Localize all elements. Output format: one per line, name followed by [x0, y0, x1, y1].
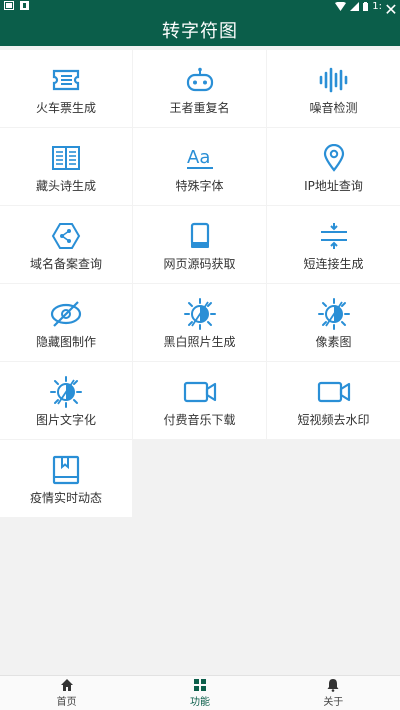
nav-home[interactable]: 首页 — [22, 676, 112, 710]
svg-text:Aa: Aa — [187, 147, 210, 168]
share-network-icon — [49, 222, 83, 250]
tool-pixel-art[interactable]: 像素图 — [267, 284, 400, 361]
screenshot-icon — [4, 1, 14, 10]
nav-home-label: 首页 — [56, 697, 77, 708]
tool-label: 像素图 — [315, 335, 352, 349]
brightness-icon — [183, 298, 217, 330]
nav-features-label: 功能 — [189, 697, 210, 708]
grid-empty-cell — [133, 440, 266, 517]
bell-icon — [326, 678, 340, 692]
brightness-icon — [317, 298, 351, 330]
bottom-nav: 首页 功能 关于 — [0, 675, 400, 710]
tool-label: 黑白照片生成 — [163, 335, 236, 349]
grid-icon — [193, 678, 207, 692]
tools-grid: 火车票生成 王者重复名 噪音检测 藏头诗生成 Aa 特殊字体 IP地址查询 域名… — [0, 50, 400, 517]
audio-wave-icon — [317, 66, 351, 94]
tool-special-font[interactable]: Aa 特殊字体 — [133, 128, 266, 205]
video-camera-icon — [317, 378, 351, 406]
tool-label: 图片文字化 — [35, 413, 96, 427]
ticket-icon — [49, 66, 83, 94]
status-bar: 1: ✕ — [0, 0, 400, 19]
wifi-icon — [335, 2, 347, 11]
tool-label: 短视频去水印 — [297, 413, 370, 427]
battery-icon — [363, 2, 369, 11]
brightness-icon — [49, 376, 83, 408]
tool-ip-lookup[interactable]: IP地址查询 — [267, 128, 400, 205]
tool-image-to-text[interactable]: 图片文字化 — [0, 362, 132, 439]
tool-label: 短连接生成 — [303, 257, 364, 271]
tool-label: 付费音乐下载 — [163, 413, 236, 427]
page-title: 转字符图 — [162, 21, 238, 42]
font-aa-icon: Aa — [183, 144, 217, 172]
hidden-eye-icon — [49, 300, 83, 328]
tool-kings-duplicate-name[interactable]: 王者重复名 — [133, 50, 266, 127]
tool-label: 王者重复名 — [169, 101, 230, 115]
tool-label: 域名备案查询 — [29, 257, 102, 271]
tool-bw-photo[interactable]: 黑白照片生成 — [133, 284, 266, 361]
video-camera-icon — [183, 378, 217, 406]
book-icon — [49, 144, 83, 172]
tool-acrostic-poem[interactable]: 藏头诗生成 — [0, 128, 132, 205]
tool-noise-detection[interactable]: 噪音检测 — [267, 50, 400, 127]
tool-epidemic-updates[interactable]: 疫情实时动态 — [0, 440, 132, 517]
tool-domain-record[interactable]: 域名备案查询 — [0, 206, 132, 283]
tool-webpage-source[interactable]: 网页源码获取 — [133, 206, 266, 283]
grid-empty-cell — [267, 440, 400, 517]
tool-short-link[interactable]: 短连接生成 — [267, 206, 400, 283]
status-time: 1: — [372, 1, 382, 12]
tool-paid-music-download[interactable]: 付费音乐下载 — [133, 362, 266, 439]
notification-icon — [20, 1, 29, 10]
tool-label: 隐藏图制作 — [35, 335, 96, 349]
tool-train-ticket[interactable]: 火车票生成 — [0, 50, 132, 127]
nav-about[interactable]: 关于 — [288, 676, 378, 710]
tool-label: 藏头诗生成 — [35, 179, 96, 193]
nav-about-label: 关于 — [323, 697, 344, 708]
location-pin-icon — [317, 144, 351, 172]
tool-hidden-image[interactable]: 隐藏图制作 — [0, 284, 132, 361]
tool-label: 网页源码获取 — [163, 257, 236, 271]
compress-icon — [317, 222, 351, 250]
app-bar: 转字符图 — [0, 14, 400, 46]
status-left — [4, 1, 29, 10]
status-right: 1: — [335, 1, 382, 12]
bookmark-book-icon — [49, 455, 83, 485]
tool-label: 疫情实时动态 — [29, 491, 102, 505]
nav-features[interactable]: 功能 — [155, 676, 245, 710]
tool-remove-watermark[interactable]: 短视频去水印 — [267, 362, 400, 439]
home-icon — [60, 678, 74, 692]
tool-label: 噪音检测 — [309, 101, 358, 115]
signal-icon — [350, 2, 360, 11]
usb-drive-icon — [183, 222, 217, 250]
tool-label: 火车票生成 — [35, 101, 96, 115]
game-controller-icon — [183, 66, 217, 94]
tool-label: 特殊字体 — [175, 179, 224, 193]
tool-label: IP地址查询 — [304, 179, 363, 193]
